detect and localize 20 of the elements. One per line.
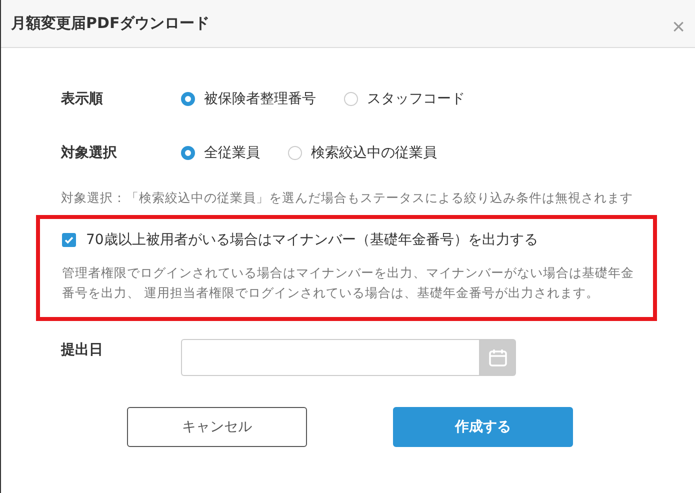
radio-label[interactable]: 検索絞込中の従業員 (311, 142, 437, 164)
radio-label[interactable]: 全従業員 (204, 142, 260, 164)
calendar-button[interactable] (479, 339, 516, 376)
field-label: 提出日 (61, 341, 104, 360)
radio-button[interactable] (181, 92, 195, 106)
radio-label[interactable]: 被保険者整理番号 (204, 88, 316, 110)
field-label: 対象選択 (61, 144, 118, 163)
cancel-button[interactable]: キャンセル (127, 407, 307, 447)
checkbox-label[interactable]: 70歳以上被用者がいる場合はマイナンバー（基礎年金番号）を出力する (86, 229, 538, 251)
dialog-title: 月額変更届PDFダウンロード (11, 14, 210, 33)
radio-button[interactable] (288, 146, 302, 160)
calendar-icon (488, 348, 508, 368)
note-text: 対象選択：「検索絞込中の従業員」を選んだ場合もステータスによる絞り込み条件は無視されます (60, 190, 634, 207)
radio-button[interactable] (181, 146, 195, 160)
checkbox[interactable] (62, 233, 76, 247)
radio-label[interactable]: スタッフコード (367, 88, 465, 110)
description-text: 管理者権限でログインされている場合はマイナンバーを出力、マイナンバーがない場合は基礎年金番号を出力、 運用担当者権限でログインされている場合は、基礎年金番号が出力されます。 (62, 264, 635, 302)
radio-button[interactable] (344, 92, 358, 106)
field-label: 表示順 (61, 90, 104, 109)
date-field[interactable] (181, 339, 479, 376)
